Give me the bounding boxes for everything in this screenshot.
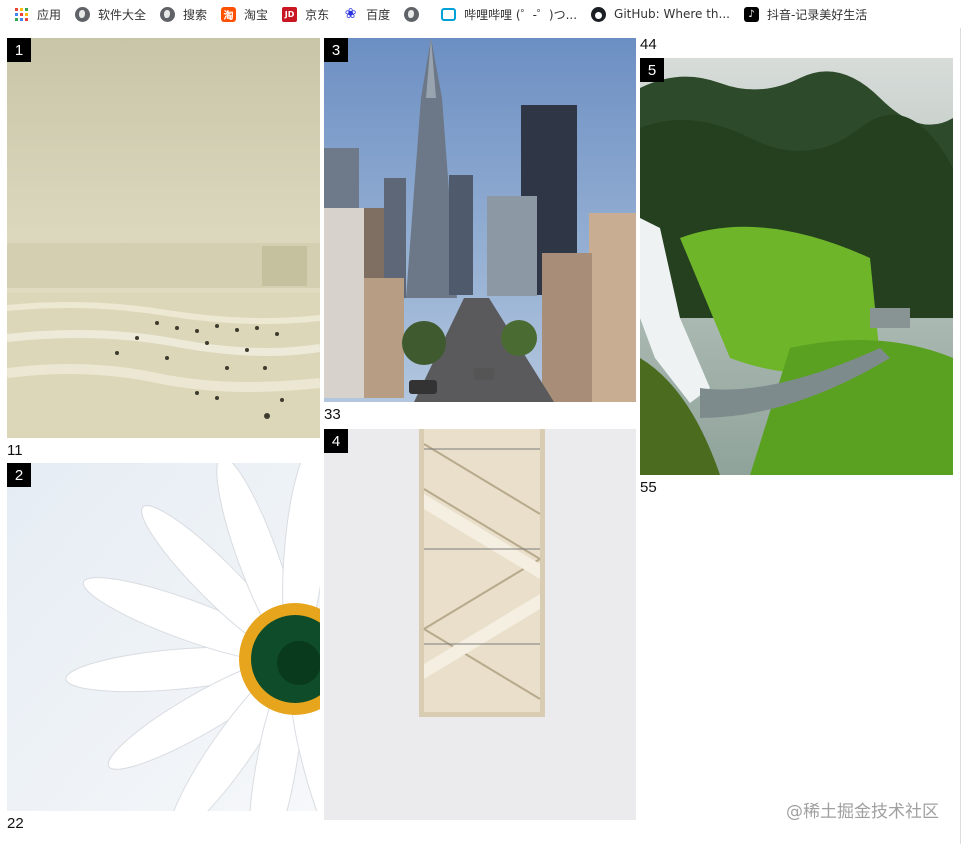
card-number-badge: 5	[640, 58, 664, 82]
bookmark-taobao[interactable]: 淘 淘宝	[221, 6, 268, 23]
bookmark-label: 淘宝	[244, 7, 269, 22]
bookmark-tiktok[interactable]: ♪ 抖音-记录美好生活	[743, 6, 868, 23]
card-number-badge: 3	[324, 38, 348, 62]
bookmark-label: 京东	[305, 7, 330, 22]
bookmark-search[interactable]: 搜索	[160, 6, 207, 23]
bilibili-tv-icon	[441, 7, 457, 22]
bookmark-software[interactable]: 软件大全	[75, 6, 146, 23]
bookmark-label: 软件大全	[98, 7, 147, 22]
bookmark-github[interactable]: GitHub: Where th...	[591, 6, 730, 22]
bookmark-label: 哔哩哔哩 (゜-゜)つ...	[464, 7, 578, 22]
bookmark-apps[interactable]: 应用	[14, 6, 61, 23]
card-caption: 55	[640, 479, 657, 496]
waterfall-photo[interactable]	[640, 58, 953, 475]
daisy-photo[interactable]	[7, 463, 320, 811]
card-number-badge: 1	[7, 38, 31, 62]
github-octocat-icon	[591, 6, 607, 22]
tiktok-icon: ♪	[743, 6, 759, 22]
bookmark-label: 搜索	[183, 7, 208, 22]
bookmark-label: 应用	[37, 7, 62, 22]
staircase-photo[interactable]	[324, 429, 636, 820]
bookmark-baidu[interactable]: ❀ 百度	[343, 6, 390, 23]
card-number-badge: 4	[324, 429, 348, 453]
jd-icon: JD	[282, 6, 298, 22]
bookmark-label: 百度	[366, 7, 391, 22]
baidu-paw-icon: ❀	[344, 6, 357, 22]
beach-photo[interactable]	[7, 38, 320, 438]
taobao-icon: 淘	[221, 6, 237, 22]
globe-icon	[160, 6, 176, 22]
card-caption: 44	[640, 36, 657, 53]
globe-icon	[75, 6, 91, 22]
bookmark-bilibili[interactable]: 哔哩哔哩 (゜-゜)つ...	[441, 6, 577, 23]
bookmark-globe[interactable]	[404, 6, 427, 22]
bookmarks-bar: 应用 软件大全 搜索 淘 淘宝 JD 京东 ❀ 百度 哔哩哔哩 (゜-゜)つ..…	[0, 0, 961, 28]
apps-grid-icon	[14, 7, 29, 22]
card-caption: 11	[7, 442, 23, 459]
bookmark-label: GitHub: Where th...	[614, 7, 730, 21]
card-caption: 33	[324, 406, 341, 423]
card-caption: 22	[7, 815, 24, 832]
watermark: @稀土掘金技术社区	[786, 802, 939, 822]
globe-icon	[404, 6, 420, 22]
bookmark-label: 抖音-记录美好生活	[766, 7, 868, 22]
card-number-badge: 2	[7, 463, 31, 487]
bookmark-jd[interactable]: JD 京东	[282, 6, 329, 23]
city-street-photo[interactable]	[324, 38, 636, 402]
